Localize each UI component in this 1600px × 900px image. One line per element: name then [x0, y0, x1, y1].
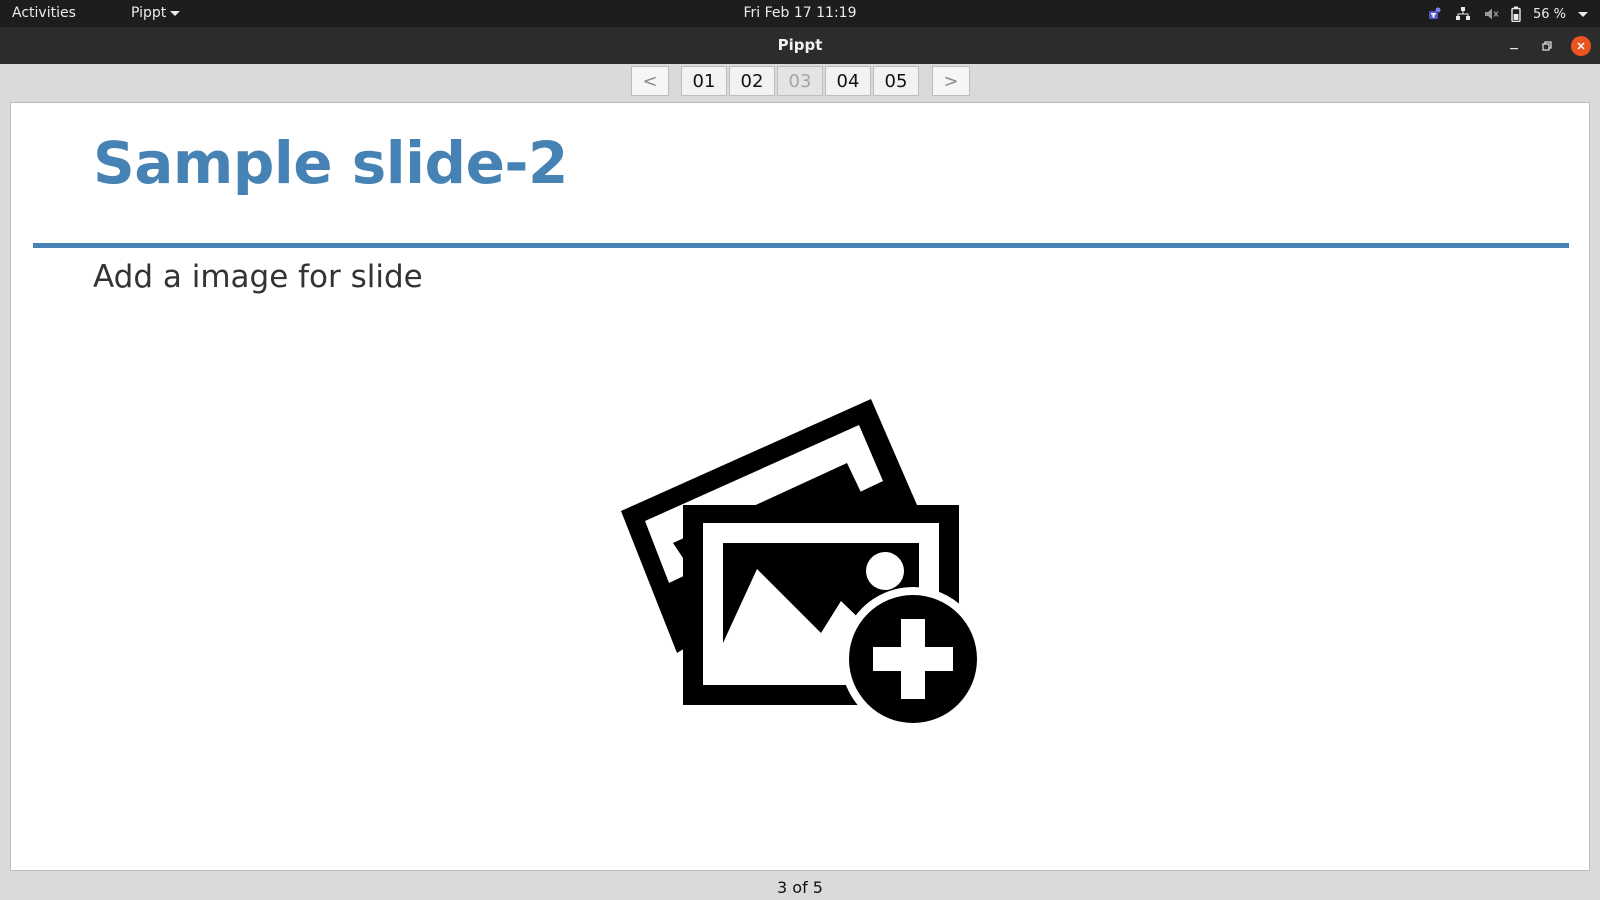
restore-icon	[1542, 41, 1552, 51]
app-menu-label: Pippt	[131, 5, 167, 21]
volume-muted-icon[interactable]	[1483, 6, 1499, 22]
next-slide-button[interactable]: >	[932, 66, 970, 96]
clock[interactable]: Fri Feb 17 11:19	[0, 5, 1600, 21]
close-button[interactable]	[1571, 36, 1591, 56]
system-tray[interactable]: 56 %	[1427, 4, 1588, 24]
window-title: Pippt	[777, 36, 823, 54]
slide-canvas: Sample slide-2 Add a image for slide	[10, 102, 1590, 871]
add-image-icon	[621, 399, 985, 731]
battery-percentage[interactable]: 56 %	[1533, 7, 1566, 22]
slide-subtitle: Add a image for slide	[93, 259, 423, 295]
activities-button[interactable]: Activities	[12, 5, 76, 21]
chevron-down-icon[interactable]	[1578, 11, 1588, 17]
battery-icon[interactable]	[1511, 6, 1521, 22]
app-menu-button[interactable]: Pippt	[131, 5, 181, 21]
slide-button-02[interactable]: 02	[729, 66, 775, 96]
system-top-bar: Activities Pippt Fri Feb 17 11:19 56 %	[0, 0, 1600, 27]
teams-icon[interactable]	[1427, 6, 1443, 22]
window-title-bar[interactable]: Pippt	[0, 27, 1600, 64]
slide-button-04[interactable]: 04	[825, 66, 871, 96]
slide-button-05[interactable]: 05	[873, 66, 919, 96]
minimize-button[interactable]	[1504, 36, 1524, 56]
close-icon	[1577, 42, 1585, 50]
minimize-icon	[1510, 48, 1518, 50]
slide-button-03[interactable]: 03	[777, 66, 823, 96]
slide-navigation-bar: < 01 02 03 04 05 >	[0, 64, 1600, 102]
slide-button-01[interactable]: 01	[681, 66, 727, 96]
slide-title: Sample slide-2	[93, 129, 568, 197]
title-divider	[33, 243, 1569, 248]
chevron-down-icon	[170, 10, 181, 16]
slide-counter: 3 of 5	[777, 878, 823, 897]
previous-slide-button[interactable]: <	[631, 66, 669, 96]
maximize-button[interactable]	[1537, 36, 1557, 56]
network-icon[interactable]	[1455, 6, 1471, 22]
